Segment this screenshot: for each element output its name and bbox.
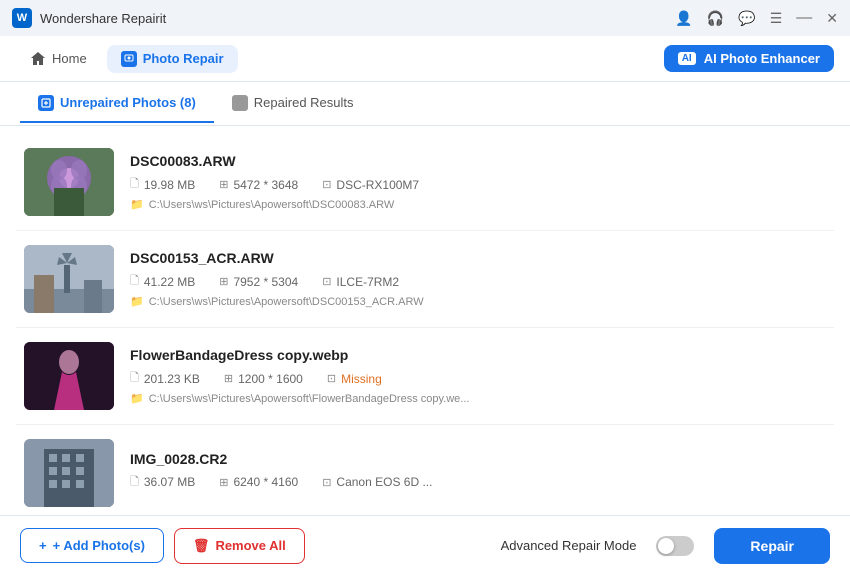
chat-icon[interactable]: 💬 <box>738 10 755 27</box>
ai-badge: AI <box>678 52 696 65</box>
main-tabbar: Home Photo Repair AI AI Photo Enhancer <box>0 36 850 82</box>
list-item: DSC00153_ACR.ARW 🗋 41.22 MB ⊞ 7952 * 530… <box>16 231 834 328</box>
minimize-button[interactable]: — <box>796 9 812 27</box>
toggle-knob <box>658 538 674 554</box>
photo-thumbnail <box>24 245 114 313</box>
tab-photo-repair[interactable]: Photo Repair <box>107 45 238 73</box>
tab-photo-repair-label: Photo Repair <box>143 51 224 66</box>
photo-meta-row: 🗋 201.23 KB ⊞ 1200 * 1600 ⊡ Missing <box>130 369 826 388</box>
file-size: 🗋 41.22 MB <box>130 272 195 291</box>
titlebar-left: W Wondershare Repairit <box>12 8 166 28</box>
plus-icon: + <box>39 538 47 553</box>
photo-info: DSC00083.ARW 🗋 19.98 MB ⊞ 5472 * 3648 ⊡ … <box>130 153 826 211</box>
photo-thumbnail <box>24 148 114 216</box>
footer-actions-right: Advanced Repair Mode Repair <box>501 528 830 564</box>
home-icon <box>30 51 46 67</box>
folder-icon: 📁 <box>130 392 144 405</box>
unrepaired-icon <box>38 95 54 111</box>
file-icon: 🗋 <box>130 272 139 291</box>
photo-list: DSC00083.ARW 🗋 19.98 MB ⊞ 5472 * 3648 ⊡ … <box>0 126 850 515</box>
repair-button[interactable]: Repair <box>714 528 830 564</box>
trash-icon: 🗑 <box>193 538 210 554</box>
file-size: 🗋 201.23 KB <box>130 369 200 388</box>
dimensions: ⊞ 1200 * 1600 <box>224 372 303 386</box>
file-path: 📁 C:\Users\ws\Pictures\Apowersoft\Flower… <box>130 392 826 405</box>
dimensions: ⊞ 7952 * 5304 <box>219 275 298 289</box>
subtab-unrepaired[interactable]: Unrepaired Photos (8) <box>20 85 214 123</box>
folder-icon: 📁 <box>130 198 144 211</box>
file-size: 🗋 36.07 MB <box>130 473 195 492</box>
app-name: Wondershare Repairit <box>40 11 166 26</box>
person-icon[interactable]: 👤 <box>675 10 692 27</box>
tab-home-label: Home <box>52 51 87 66</box>
camera-model: ⊡ Missing <box>327 372 382 386</box>
footer: + + Add Photo(s) 🗑 Remove All Advanced R… <box>0 515 850 575</box>
repaired-icon <box>232 95 248 111</box>
photo-thumbnail <box>24 342 114 410</box>
photo-thumbnail <box>24 439 114 507</box>
close-button[interactable]: ✕ <box>826 10 838 27</box>
window-controls: 👤 🎧 💬 ☰ — ✕ <box>675 9 838 27</box>
list-item: IMG_0028.CR2 🗋 36.07 MB ⊞ 6240 * 4160 ⊡ … <box>16 425 834 515</box>
file-size: 🗋 19.98 MB <box>130 175 195 194</box>
main-content: DSC00083.ARW 🗋 19.98 MB ⊞ 5472 * 3648 ⊡ … <box>0 126 850 515</box>
file-icon: 🗋 <box>130 473 139 492</box>
folder-icon: 📁 <box>130 295 144 308</box>
subtabbar: Unrepaired Photos (8) Repaired Results <box>0 82 850 126</box>
grid-icon: ⊞ <box>224 372 233 385</box>
main-tabs-left: Home Photo Repair <box>16 45 238 73</box>
photo-meta-row: 🗋 36.07 MB ⊞ 6240 * 4160 ⊡ Canon EOS 6D … <box>130 473 826 492</box>
list-item: DSC00083.ARW 🗋 19.98 MB ⊞ 5472 * 3648 ⊡ … <box>16 134 834 231</box>
photo-meta-row: 🗋 41.22 MB ⊞ 7952 * 5304 ⊡ ILCE-7RM2 <box>130 272 826 291</box>
subtab-repaired-label: Repaired Results <box>254 95 354 110</box>
tab-ai-enhancer[interactable]: AI AI Photo Enhancer <box>664 45 834 72</box>
photo-filename: IMG_0028.CR2 <box>130 451 826 467</box>
file-icon: 🗋 <box>130 369 139 388</box>
grid-icon: ⊞ <box>219 476 228 489</box>
photo-filename: DSC00153_ACR.ARW <box>130 250 826 266</box>
app-logo: W <box>12 8 32 28</box>
add-photos-button[interactable]: + + Add Photo(s) <box>20 528 164 563</box>
titlebar: W Wondershare Repairit 👤 🎧 💬 ☰ — ✕ <box>0 0 850 36</box>
list-item: FlowerBandageDress copy.webp 🗋 201.23 KB… <box>16 328 834 425</box>
camera-icon: ⊡ <box>327 372 336 385</box>
remove-all-button[interactable]: 🗑 Remove All <box>174 528 305 564</box>
photo-filename: FlowerBandageDress copy.webp <box>130 347 826 363</box>
subtab-repaired[interactable]: Repaired Results <box>214 85 372 123</box>
camera-model: ⊡ DSC-RX100M7 <box>322 178 419 192</box>
photo-info: DSC00153_ACR.ARW 🗋 41.22 MB ⊞ 7952 * 530… <box>130 250 826 308</box>
advanced-repair-toggle[interactable] <box>656 536 694 556</box>
photo-meta-row: 🗋 19.98 MB ⊞ 5472 * 3648 ⊡ DSC-RX100M7 <box>130 175 826 194</box>
subtab-unrepaired-label: Unrepaired Photos (8) <box>60 95 196 110</box>
camera-icon: ⊡ <box>322 476 331 489</box>
grid-icon: ⊞ <box>219 178 228 191</box>
camera-icon: ⊡ <box>322 275 331 288</box>
headset-icon[interactable]: 🎧 <box>707 10 724 27</box>
file-path: 📁 C:\Users\ws\Pictures\Apowersoft\DSC000… <box>130 198 826 211</box>
dimensions: ⊞ 6240 * 4160 <box>219 475 298 489</box>
camera-icon: ⊡ <box>322 178 331 191</box>
advanced-repair-label: Advanced Repair Mode <box>501 538 637 553</box>
footer-actions-left: + + Add Photo(s) 🗑 Remove All <box>20 528 305 564</box>
file-path: 📁 C:\Users\ws\Pictures\Apowersoft\DSC001… <box>130 295 826 308</box>
photo-info: FlowerBandageDress copy.webp 🗋 201.23 KB… <box>130 347 826 405</box>
photo-repair-icon <box>121 51 137 67</box>
photo-filename: DSC00083.ARW <box>130 153 826 169</box>
tab-home[interactable]: Home <box>16 45 101 73</box>
menu-icon[interactable]: ☰ <box>770 10 783 27</box>
tab-ai-enhancer-label: AI Photo Enhancer <box>704 51 820 66</box>
dimensions: ⊞ 5472 * 3648 <box>219 178 298 192</box>
photo-info: IMG_0028.CR2 🗋 36.07 MB ⊞ 6240 * 4160 ⊡ … <box>130 451 826 496</box>
file-icon: 🗋 <box>130 175 139 194</box>
camera-model: ⊡ Canon EOS 6D ... <box>322 475 432 489</box>
grid-icon: ⊞ <box>219 275 228 288</box>
camera-model: ⊡ ILCE-7RM2 <box>322 275 399 289</box>
